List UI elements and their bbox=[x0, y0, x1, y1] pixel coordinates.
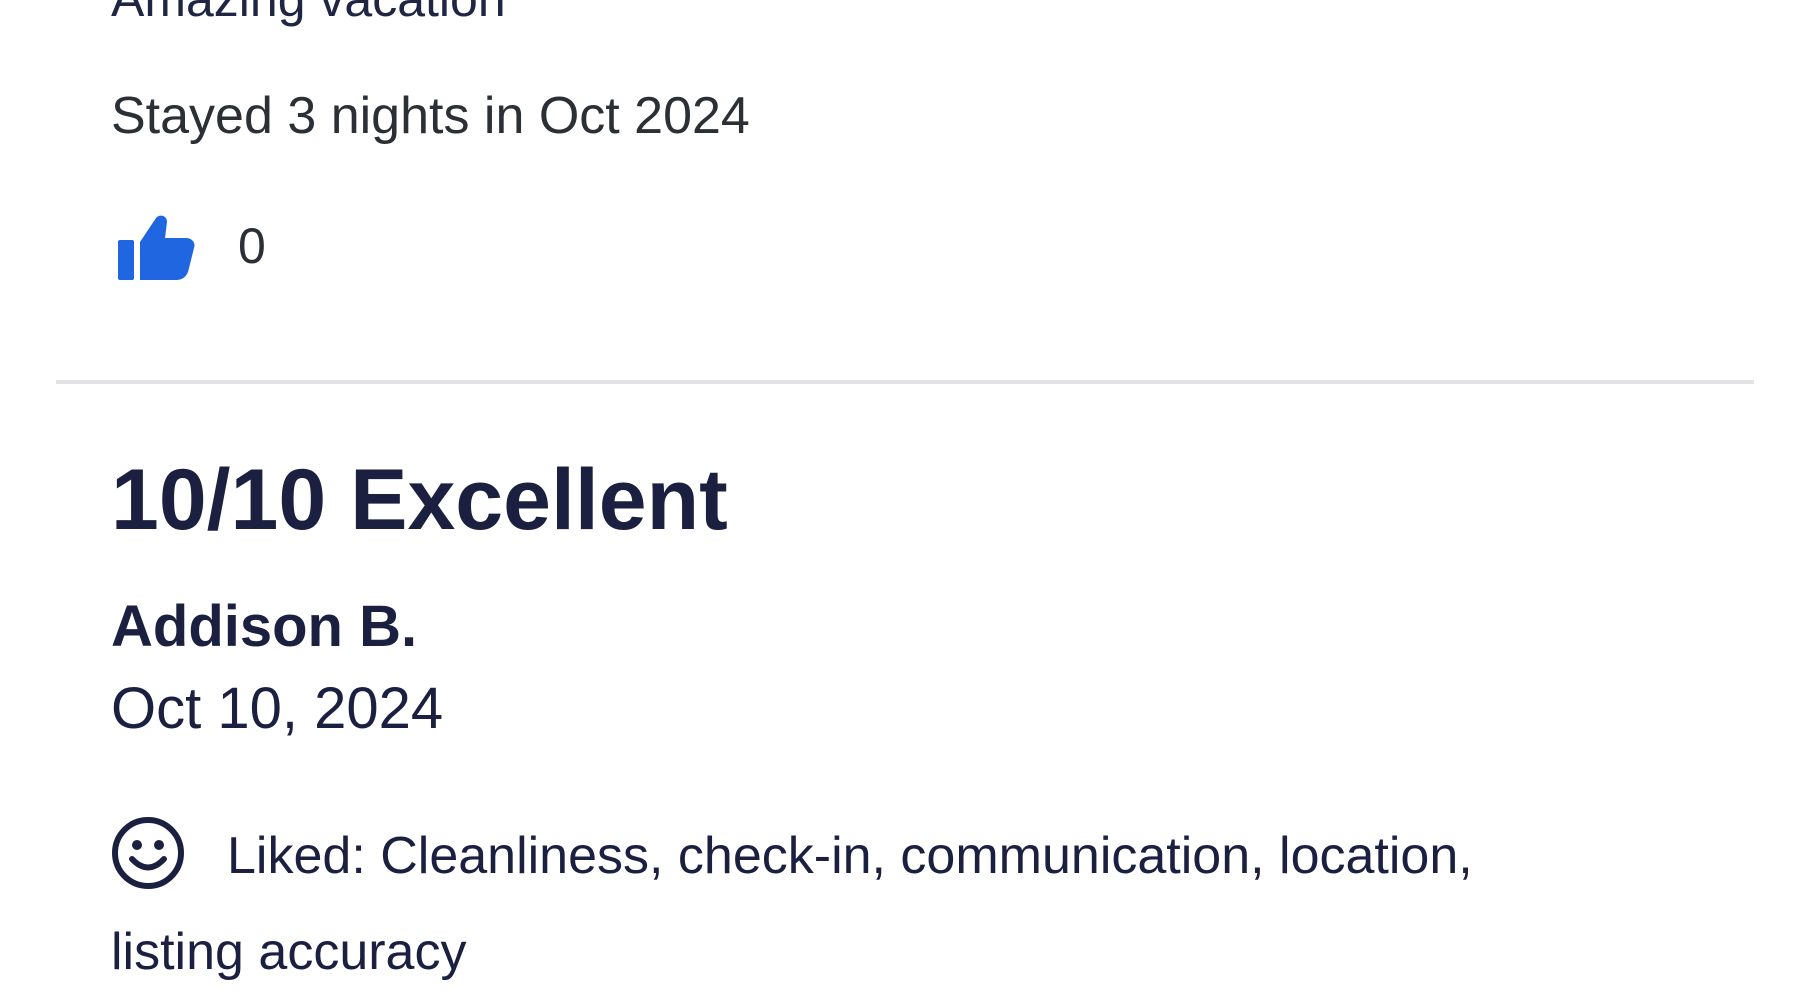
smiley-face-icon bbox=[111, 816, 185, 890]
review-divider bbox=[56, 380, 1754, 384]
helpful-count: 0 bbox=[238, 218, 266, 274]
review-rating: 10/10 Excellent bbox=[111, 452, 728, 548]
helpful-row: 0 bbox=[116, 210, 266, 282]
stay-info: Stayed 3 nights in Oct 2024 bbox=[111, 87, 750, 145]
review-title: Amazing vacation bbox=[111, 0, 506, 28]
liked-aspects: Liked: Cleanliness, check-in, communicat… bbox=[111, 808, 1591, 1000]
liked-text: Liked: Cleanliness, check-in, communicat… bbox=[111, 827, 1473, 981]
review-date: Oct 10, 2024 bbox=[111, 676, 444, 741]
reviews-list: Amazing vacation Stayed 3 nights in Oct … bbox=[0, 0, 1800, 1000]
reviewer-name: Addison B. bbox=[111, 594, 418, 659]
thumbs-up-icon[interactable] bbox=[116, 210, 196, 282]
